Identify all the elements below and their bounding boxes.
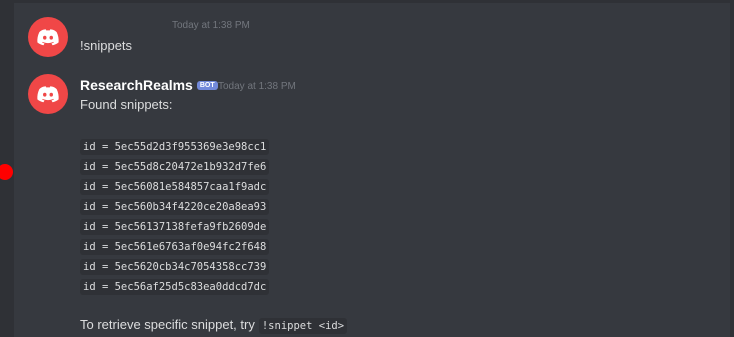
list-item: id = 5ec5620cb34c7054358cc739 xyxy=(80,257,270,277)
right-scrollbar-track[interactable] xyxy=(730,0,734,337)
snippet-id-code: id = 5ec56137138fefa9fb2609de xyxy=(80,219,270,235)
avatar[interactable] xyxy=(28,74,68,114)
snippet-id-code: id = 5ec55d2d3f955369e3e98cc1 xyxy=(80,139,270,155)
snippet-id-code: id = 5ec56081e584857caa1f9adc xyxy=(80,179,270,195)
snippet-id-code: id = 5ec5620cb34c7054358cc739 xyxy=(80,259,270,275)
list-item: id = 5ec55d8c20472e1b932d7fe6 xyxy=(80,157,270,177)
message-footer: To retrieve specific snippet, try !snippe… xyxy=(80,317,348,334)
snippet-list: id = 5ec55d2d3f955369e3e98cc1 id = 5ec55… xyxy=(80,137,270,297)
author-name[interactable]: ResearchRealms xyxy=(80,77,193,93)
top-bar xyxy=(0,0,734,3)
discord-logo-icon xyxy=(37,86,59,103)
list-item: id = 5ec55d2d3f955369e3e98cc1 xyxy=(80,137,270,157)
snippet-id-code: id = 5ec561e6763af0e94fc2f648 xyxy=(80,239,270,255)
list-item: id = 5ec560b34f4220ce20a8ea93 xyxy=(80,197,270,217)
snippet-id-code: id = 5ec56af25d5c83ea0ddcd7dc xyxy=(80,279,270,295)
message-timestamp: Today at 1:38 PM xyxy=(218,81,296,92)
list-item: id = 5ec56137138fefa9fb2609de xyxy=(80,217,270,237)
footer-text: To retrieve specific snippet, try xyxy=(80,317,255,332)
avatar[interactable] xyxy=(28,17,68,57)
message-timestamp: Today at 1:38 PM xyxy=(172,20,250,31)
list-item: id = 5ec56081e584857caa1f9adc xyxy=(80,177,270,197)
list-item: id = 5ec561e6763af0e94fc2f648 xyxy=(80,237,270,257)
snippet-id-code: id = 5ec560b34f4220ce20a8ea93 xyxy=(80,199,270,215)
discord-logo-icon xyxy=(37,29,59,46)
footer-command-code: !snippet <id> xyxy=(258,318,348,334)
list-item: id = 5ec56af25d5c83ea0ddcd7dc xyxy=(80,277,270,297)
message-author-line: ResearchRealms BOT xyxy=(80,77,218,93)
message-intro: Found snippets: xyxy=(80,97,173,112)
snippet-id-code: id = 5ec55d8c20472e1b932d7fe6 xyxy=(80,159,270,175)
bot-badge: BOT xyxy=(196,81,218,90)
message-text: !snippets xyxy=(80,38,133,53)
